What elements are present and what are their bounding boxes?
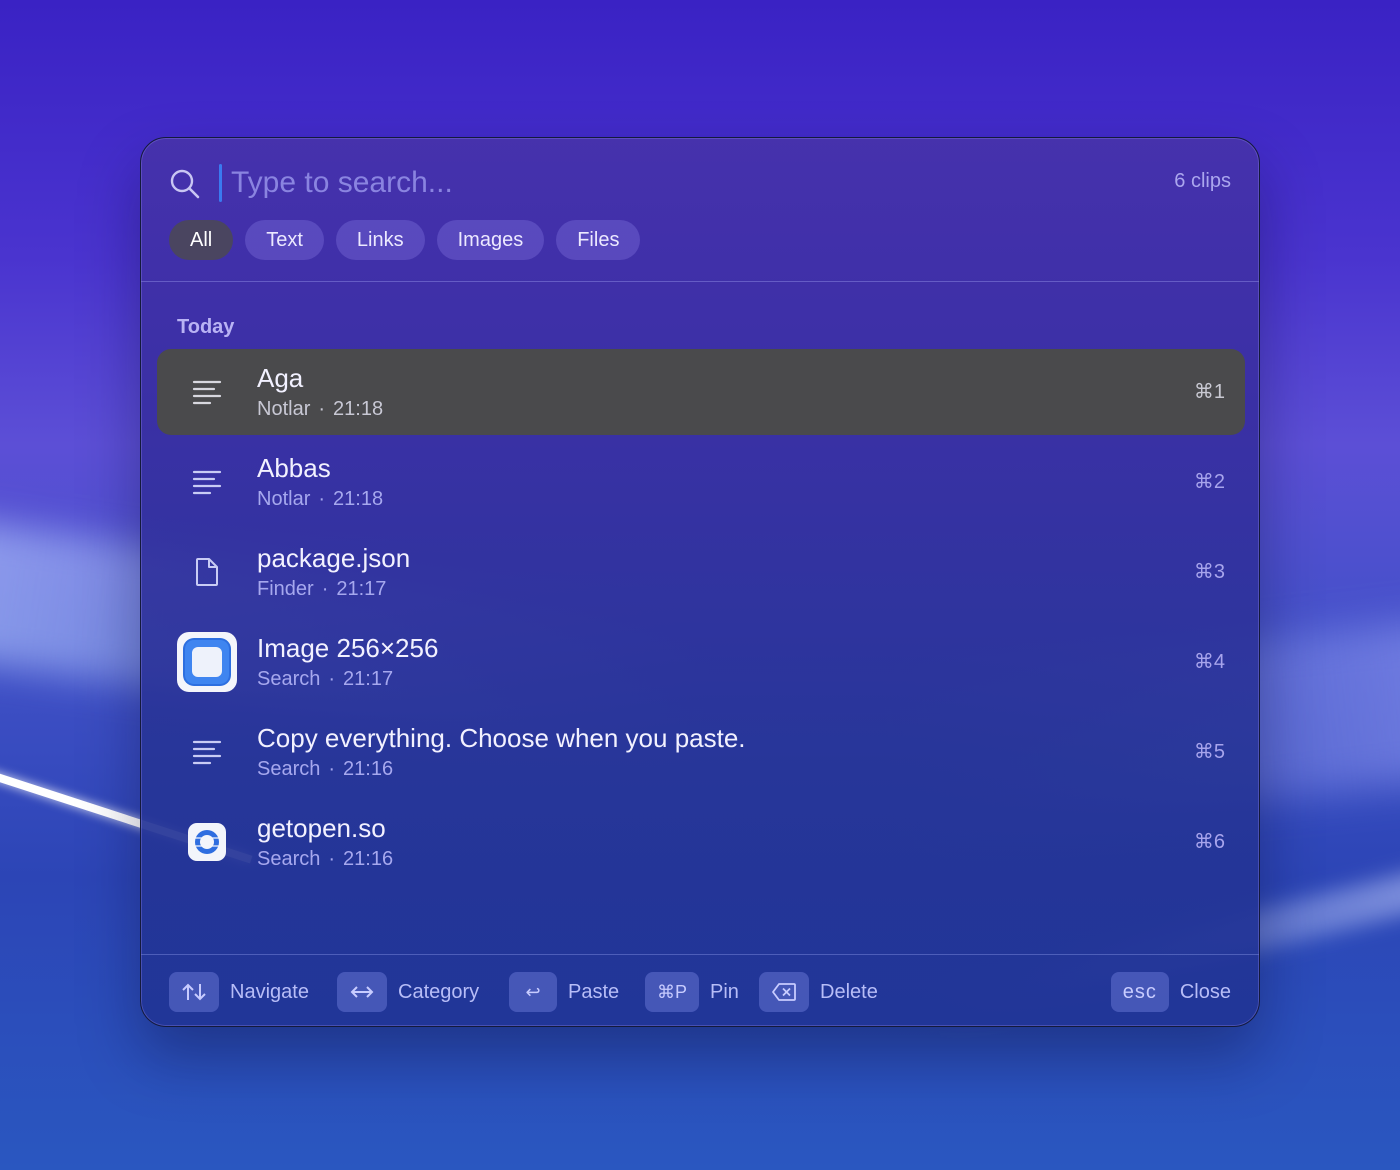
clip-row[interactable]: package.json Finder · 21:17 ⌘3 bbox=[157, 529, 1245, 615]
key-navigate bbox=[169, 972, 219, 1012]
clip-source: Search bbox=[257, 758, 321, 780]
hint-close: esc Close bbox=[1110, 972, 1231, 1012]
key-delete bbox=[759, 972, 809, 1012]
hint-pin: ⌘P Pin bbox=[645, 972, 739, 1012]
clip-shortcut: ⌘3 bbox=[1193, 561, 1225, 583]
hint-label-navigate: Navigate bbox=[230, 980, 309, 1003]
text-lines-icon bbox=[177, 362, 237, 422]
clip-title: Copy everything. Choose when you paste. bbox=[257, 723, 746, 753]
key-category bbox=[337, 972, 387, 1012]
clip-title: getopen.so bbox=[257, 813, 386, 843]
clip-time: 21:16 bbox=[343, 758, 394, 780]
clip-source: Search bbox=[257, 848, 321, 870]
hint-label-paste: Paste bbox=[568, 980, 620, 1003]
delete-key-icon bbox=[772, 983, 796, 1001]
filter-chip-links[interactable]: Links bbox=[335, 220, 425, 260]
key-pin: ⌘P bbox=[645, 972, 700, 1012]
clip-title: Abbas bbox=[257, 453, 331, 483]
text-caret bbox=[219, 164, 222, 202]
app-logo-icon bbox=[177, 812, 237, 872]
search-input[interactable] bbox=[231, 160, 1031, 206]
hint-label-pin: Pin bbox=[710, 980, 739, 1003]
hint-label-close: Close bbox=[1179, 980, 1231, 1003]
divider bbox=[141, 281, 1259, 282]
clip-shortcut: ⌘2 bbox=[1193, 471, 1225, 493]
clip-source: Finder bbox=[257, 578, 314, 600]
file-icon bbox=[177, 542, 237, 602]
hint-navigate: Navigate bbox=[169, 972, 309, 1012]
clip-shortcut: ⌘5 bbox=[1193, 741, 1225, 763]
clip-time: 21:16 bbox=[343, 848, 394, 870]
filter-chips: All Text Links Images Files bbox=[169, 220, 641, 260]
clip-source: Notlar bbox=[257, 488, 311, 510]
desktop-background: 6 clips All Text Links Images Files Toda… bbox=[0, 0, 1400, 1170]
clip-title: Aga bbox=[257, 363, 304, 393]
clip-shortcut: ⌘1 bbox=[1193, 381, 1225, 403]
search-icon bbox=[169, 168, 201, 200]
clip-time: 21:17 bbox=[343, 668, 394, 690]
filter-chip-files[interactable]: Files bbox=[556, 220, 641, 260]
clip-title: Image 256×256 bbox=[257, 633, 439, 663]
clip-row[interactable]: Abbas Notlar · 21:18 ⌘2 bbox=[157, 439, 1245, 525]
key-paste: ↩ bbox=[509, 972, 557, 1012]
clipboard-panel: 6 clips All Text Links Images Files Toda… bbox=[140, 137, 1260, 1027]
filter-chip-all[interactable]: All bbox=[169, 220, 234, 260]
text-lines-icon bbox=[177, 452, 237, 512]
clip-title: package.json bbox=[257, 543, 411, 573]
clip-row[interactable]: getopen.so Search · 21:16 ⌘6 bbox=[157, 799, 1245, 885]
clip-list: Aga Notlar · 21:18 ⌘1 Abbas Notlar · 21:18 ⌘… bbox=[157, 349, 1245, 889]
section-label-today: Today bbox=[177, 316, 235, 338]
clip-meta: Search · 21:17 bbox=[257, 668, 394, 690]
clip-meta: Search · 21:16 bbox=[257, 848, 394, 870]
text-lines-icon bbox=[177, 722, 237, 782]
image-thumbnail-icon bbox=[177, 632, 237, 692]
clip-row[interactable]: Copy everything. Choose when you paste. … bbox=[157, 709, 1245, 795]
clip-meta: Finder · 21:17 bbox=[257, 578, 387, 600]
key-esc: esc bbox=[1110, 972, 1169, 1012]
clip-source: Notlar bbox=[257, 398, 311, 420]
shortcut-footer: Navigate Category ↩ Paste ⌘P Pin Delete … bbox=[169, 972, 1231, 1012]
clip-meta: Notlar · 21:18 bbox=[257, 488, 384, 510]
clip-shortcut: ⌘4 bbox=[1193, 651, 1225, 673]
search-bar: 6 clips bbox=[141, 158, 1259, 208]
hint-paste: ↩ Paste bbox=[509, 972, 619, 1012]
clip-time: 21:17 bbox=[336, 578, 387, 600]
up-down-arrows-icon bbox=[182, 983, 206, 1001]
left-right-arrow-icon bbox=[350, 986, 374, 998]
clip-count: 6 clips bbox=[1174, 170, 1231, 192]
clip-row[interactable]: Image 256×256 Search · 21:17 ⌘4 bbox=[157, 619, 1245, 705]
clip-shortcut: ⌘6 bbox=[1193, 831, 1225, 853]
clip-time: 21:18 bbox=[333, 488, 384, 510]
filter-chip-text[interactable]: Text bbox=[245, 220, 324, 260]
hint-category: Category bbox=[337, 972, 479, 1012]
clip-row[interactable]: Aga Notlar · 21:18 ⌘1 bbox=[157, 349, 1245, 435]
hint-label-delete: Delete bbox=[820, 980, 878, 1003]
divider bbox=[141, 954, 1259, 955]
clip-time: 21:18 bbox=[333, 398, 384, 420]
clip-meta: Notlar · 21:18 bbox=[257, 398, 384, 420]
hint-delete: Delete bbox=[759, 972, 878, 1012]
clip-meta: Search · 21:16 bbox=[257, 758, 394, 780]
clip-source: Search bbox=[257, 668, 321, 690]
hint-label-category: Category bbox=[398, 980, 480, 1003]
filter-chip-images[interactable]: Images bbox=[436, 220, 545, 260]
